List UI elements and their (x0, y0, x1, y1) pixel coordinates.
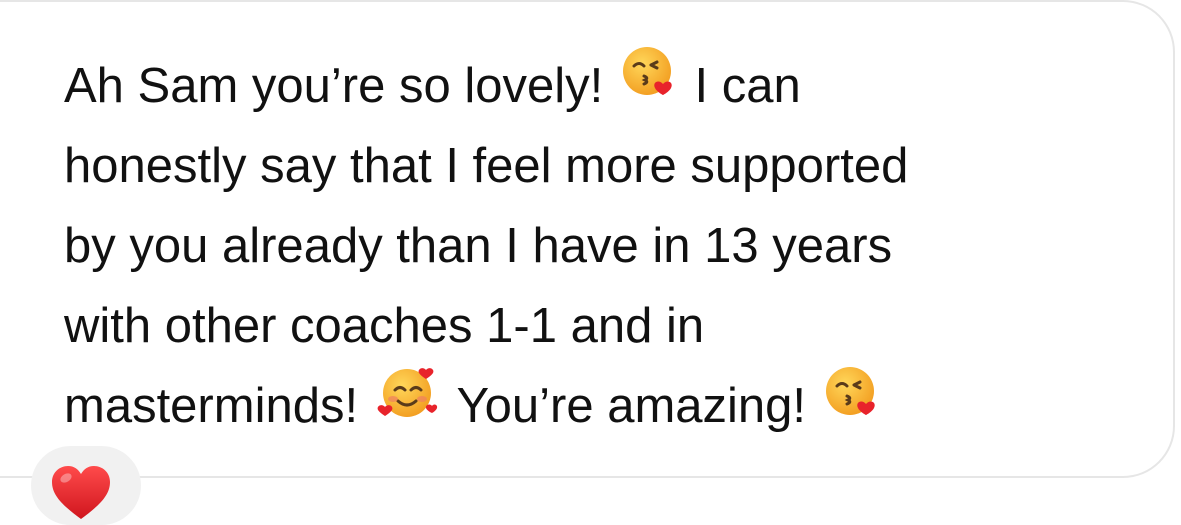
red-heart-icon (52, 466, 110, 519)
face-blowing-kiss-icon (621, 43, 677, 123)
message-line-5-end: You’re amazing! (456, 379, 807, 433)
smiling-face-with-hearts-icon (376, 360, 440, 446)
message-line-4: with other coaches 1-1 and in (64, 299, 705, 353)
message-line-2: honestly say that I feel more supported (64, 139, 909, 193)
message-line-1-end: I can (694, 59, 801, 113)
message-line-3: by you already than I have in 13 years (64, 219, 893, 273)
message-line-5-start: masterminds! (64, 379, 359, 433)
heart-reaction[interactable] (31, 446, 141, 525)
message-line-1-start: Ah Sam you’re so lovely! (64, 59, 604, 113)
face-blowing-kiss-icon (824, 363, 880, 443)
message-line-1: Ah Sam you’re so lovely! I can (64, 46, 1144, 126)
message-line-5: masterminds! You’re amazing! (64, 366, 1144, 446)
message-text: Ah Sam you’re so lovely! I can honestly … (64, 46, 1144, 446)
